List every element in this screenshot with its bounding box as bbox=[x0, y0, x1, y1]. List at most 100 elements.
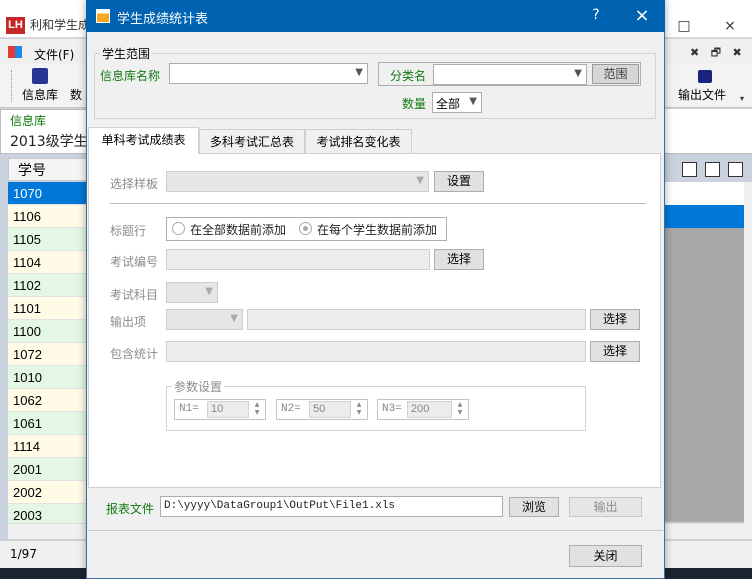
toolbar-grip[interactable] bbox=[11, 70, 13, 102]
report-file-label: 报表文件 bbox=[106, 502, 155, 516]
spinner-arrows-icon[interactable]: ▲ ▼ bbox=[454, 401, 466, 418]
table-row[interactable]: 1106 bbox=[8, 205, 90, 228]
chevron-down-icon: ▼ bbox=[469, 96, 477, 107]
exam-no-select-button[interactable]: 选择 bbox=[434, 249, 484, 270]
close-button[interactable]: 关闭 bbox=[569, 545, 642, 567]
table-row[interactable]: 1070 bbox=[8, 182, 90, 205]
output-items-label: 输出项 bbox=[110, 315, 147, 329]
tab-multi-exam-summary[interactable]: 多科考试汇总表 bbox=[199, 129, 305, 155]
section-divider bbox=[110, 203, 646, 204]
category-select[interactable]: ▼ bbox=[433, 64, 587, 85]
toolbar-stats-button[interactable]: 数 bbox=[70, 86, 82, 103]
dialog-close-button[interactable]: × bbox=[630, 5, 654, 26]
header-all-radio[interactable] bbox=[172, 222, 185, 235]
database-panel-label: 信息库 bbox=[10, 114, 47, 128]
dialog-title: 学生成绩统计表 bbox=[117, 12, 209, 27]
toolbar-overflow-icon[interactable]: ▾ bbox=[740, 94, 744, 103]
table-row[interactable]: 1105 bbox=[8, 228, 90, 251]
output-items-input[interactable] bbox=[247, 309, 586, 330]
app-logo-icon: LH bbox=[6, 17, 25, 34]
background-right-panel bbox=[664, 109, 752, 154]
export-icon bbox=[698, 70, 712, 83]
table-row[interactable]: 2002 bbox=[8, 481, 90, 504]
table-row[interactable]: 1101 bbox=[8, 297, 90, 320]
help-button[interactable]: ? bbox=[586, 7, 606, 23]
student-scope-title: 学生范围 bbox=[100, 45, 153, 62]
subject-label: 考试科目 bbox=[110, 288, 159, 302]
subject-select[interactable]: ▼ bbox=[166, 282, 218, 303]
dialog-app-icon bbox=[96, 9, 110, 23]
no-image-icon[interactable] bbox=[682, 162, 697, 177]
output-button[interactable]: 输出 bbox=[569, 497, 642, 517]
maximize-icon[interactable]: □ bbox=[674, 16, 694, 36]
footer-divider bbox=[88, 530, 663, 531]
header-each-radio[interactable] bbox=[299, 222, 312, 235]
table-row[interactable]: 1104 bbox=[8, 251, 90, 274]
report-file-input[interactable]: D:\yyyy\DataGroup1\OutPut\File1.xls bbox=[160, 496, 503, 517]
count-select[interactable]: 全部 ▼ bbox=[432, 92, 482, 113]
db-name-label: 信息库名称 bbox=[100, 69, 161, 83]
table-row[interactable]: 1072 bbox=[8, 343, 90, 366]
range-button[interactable]: 范围 bbox=[592, 64, 639, 84]
menu-file[interactable]: 文件(F) bbox=[34, 46, 74, 63]
exam-no-input[interactable] bbox=[166, 249, 430, 270]
database-icon bbox=[32, 68, 48, 84]
chevron-down-icon: ▼ bbox=[230, 313, 238, 324]
header-row-label: 标题行 bbox=[110, 224, 147, 238]
table-row[interactable]: 1102 bbox=[8, 274, 90, 297]
n1-value[interactable]: 10 bbox=[207, 401, 249, 418]
toolbar-database-button[interactable]: 信息库 bbox=[22, 86, 58, 103]
background-grid-area bbox=[664, 182, 744, 522]
toolbar-export-button[interactable]: 输出文件 bbox=[678, 86, 726, 103]
header-each-label[interactable]: 在每个学生数据前添加 bbox=[317, 221, 437, 238]
database-panel-value: 2013级学生 bbox=[10, 134, 88, 150]
n2-value[interactable]: 50 bbox=[309, 401, 351, 418]
stats-input[interactable] bbox=[166, 341, 586, 362]
chevron-down-icon: ▼ bbox=[355, 67, 363, 78]
mdi-window-controls[interactable]: ✖ 🗗 ✖ bbox=[690, 44, 746, 63]
chevron-down-icon: ▼ bbox=[574, 68, 582, 79]
tab-exam-ranking-change[interactable]: 考试排名变化表 bbox=[305, 129, 412, 155]
n1-spinner[interactable]: N1= 10 ▲ ▼ bbox=[174, 399, 266, 420]
report-file-path: D:\yyyy\DataGroup1\OutPut\File1.xls bbox=[164, 500, 396, 512]
n3-value[interactable]: 200 bbox=[407, 401, 452, 418]
template-select[interactable]: ▼ bbox=[166, 171, 429, 192]
close-icon[interactable]: × bbox=[720, 16, 740, 36]
chevron-down-icon: ▼ bbox=[205, 286, 213, 297]
table-row[interactable]: 1114 bbox=[8, 435, 90, 458]
table-row[interactable]: 1062 bbox=[8, 389, 90, 412]
spinner-arrows-icon[interactable]: ▲ ▼ bbox=[251, 401, 263, 418]
chevron-down-icon: ▼ bbox=[416, 175, 424, 186]
n3-spinner[interactable]: N3= 200 ▲ ▼ bbox=[377, 399, 469, 420]
vertical-scrollbar[interactable] bbox=[744, 182, 752, 539]
template-settings-button[interactable]: 设置 bbox=[434, 171, 484, 192]
exam-no-label: 考试编号 bbox=[110, 255, 159, 269]
output-items-select[interactable]: ▼ bbox=[166, 309, 243, 330]
table-row[interactable]: 2001 bbox=[8, 458, 90, 481]
template-label: 选择样板 bbox=[110, 177, 159, 191]
params-group-title: 参数设置 bbox=[172, 378, 225, 395]
table-row[interactable]: 1010 bbox=[8, 366, 90, 389]
table-row[interactable]: 1100 bbox=[8, 320, 90, 343]
student-grid: 1070 1106 1105 1104 1102 1101 1100 1072 1010 1062… bbox=[8, 182, 90, 527]
category-label: 分类名 bbox=[390, 69, 427, 83]
active-tab-join bbox=[89, 152, 198, 155]
browse-button[interactable]: 浏览 bbox=[509, 497, 559, 517]
background-grid-header bbox=[664, 182, 744, 205]
grid-view-controls bbox=[682, 162, 746, 180]
stats-select-button[interactable]: 选择 bbox=[590, 341, 640, 362]
window-icon[interactable] bbox=[728, 162, 743, 177]
output-items-select-button[interactable]: 选择 bbox=[590, 309, 640, 330]
columns-icon[interactable] bbox=[705, 162, 720, 177]
db-name-select[interactable]: ▼ bbox=[169, 63, 368, 84]
app-menu-icon[interactable] bbox=[8, 46, 22, 58]
spinner-arrows-icon[interactable]: ▲ ▼ bbox=[353, 401, 365, 418]
background-window-title: 利和学生成 bbox=[30, 18, 91, 32]
grid-column-header-label: 学号 bbox=[18, 163, 46, 179]
stats-label: 包含统计 bbox=[110, 347, 159, 361]
count-label: 数量 bbox=[402, 97, 427, 111]
table-row[interactable]: 1061 bbox=[8, 412, 90, 435]
header-all-label[interactable]: 在全部数据前添加 bbox=[190, 221, 286, 238]
background-grid-selected-row[interactable] bbox=[664, 205, 744, 228]
n2-spinner[interactable]: N2= 50 ▲ ▼ bbox=[276, 399, 368, 420]
